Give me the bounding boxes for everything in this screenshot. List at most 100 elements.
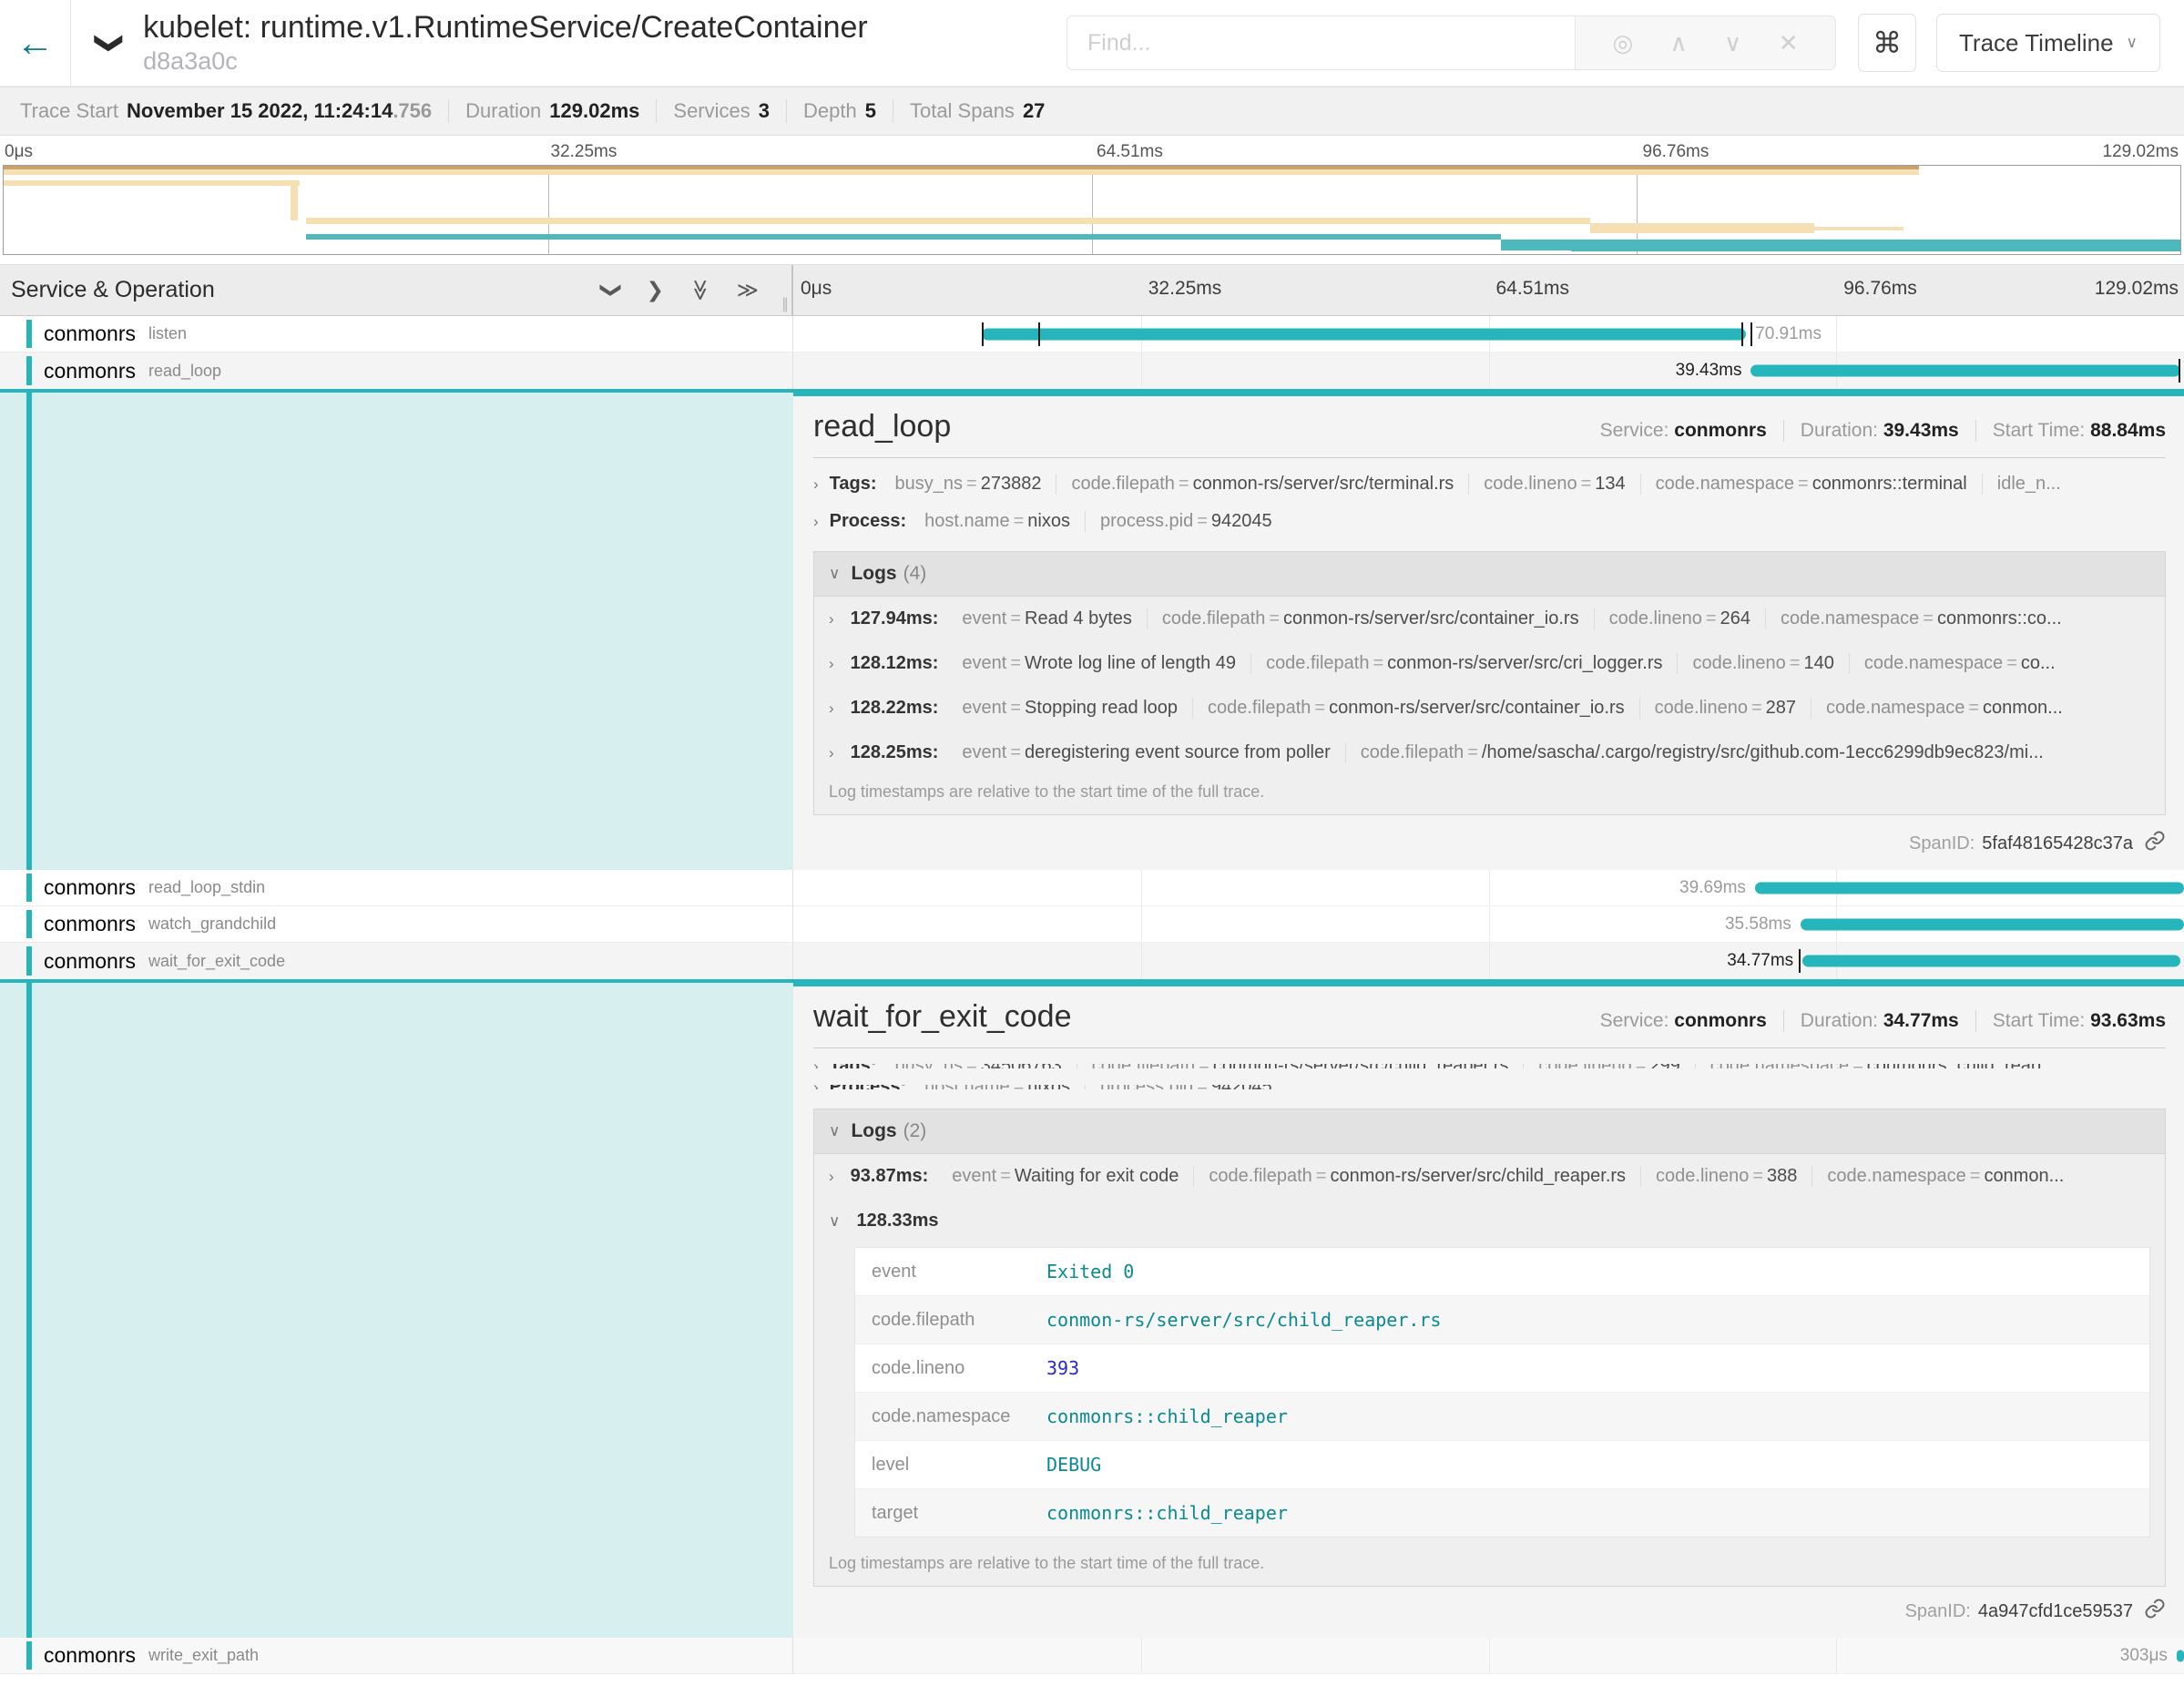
log-field-value: Wrote log line of length 49 (1025, 653, 1236, 673)
tags-row[interactable]: ›Tags:busy_ns=34506763code.filepath=conm… (813, 1064, 2166, 1068)
log-field: code.lineno=264 (1594, 608, 1765, 629)
logs-header[interactable]: ∨Logs (2) (814, 1109, 2165, 1154)
span-row-timeline-cell[interactable]: 35.58ms (793, 906, 2184, 943)
log-entry[interactable]: ›128.22ms:event=Stopping read loopcode.f… (814, 686, 2165, 731)
back-button[interactable]: ← (0, 0, 71, 87)
span-bar[interactable] (1755, 882, 2184, 894)
span-start-time: Start Time: 88.84ms (1975, 420, 2166, 442)
span-bar[interactable] (1801, 918, 2184, 930)
log-field-equals: = (1006, 608, 1025, 628)
span-row-name-cell[interactable]: conmonrsread_loop (0, 353, 793, 389)
chevron-down-icon: ∨ (829, 1122, 840, 1140)
span-row-name-cell[interactable]: conmonrslisten (0, 316, 793, 353)
divider (813, 457, 2166, 458)
span-row[interactable]: conmonrswait_for_exit_code34.77ms (0, 943, 2184, 983)
span-row-timeline-cell[interactable]: 70.91ms (793, 316, 2184, 353)
span-detail-panel: read_loopService: conmonrsDuration: 39.4… (0, 393, 2184, 870)
span-indicator (26, 320, 32, 348)
chevron-right-icon: › (829, 700, 834, 718)
log-field-key: code.filepath (1361, 742, 1464, 762)
log-field: code.lineno=140 (1677, 653, 1848, 674)
minimap-span-bar (306, 234, 1501, 240)
kv-key: process.pid (1100, 511, 1193, 531)
span-row-name-cell[interactable]: conmonrswatch_grandchild (0, 906, 793, 943)
span-indicator (26, 1641, 32, 1670)
span-detail-stats: Service: conmonrsDuration: 39.43msStart … (1600, 420, 2166, 442)
service-operation-header: Service & Operation ❯ ❯ ≫ ≫ ∥ (0, 265, 793, 315)
span-row-timeline-cell[interactable]: 39.43ms (793, 353, 2184, 389)
timeline-gridline (1489, 1638, 1490, 1673)
timeline-gridline (1836, 1638, 1837, 1673)
trace-view-selector[interactable]: Trace Timeline ∨ (1936, 14, 2160, 72)
kv-value: conmonrs::child_reap... (1867, 1064, 2056, 1068)
service-name: conmonrs (44, 1643, 136, 1668)
span-start-time: Start Time: 93.63ms (1975, 1010, 2166, 1032)
log-entry[interactable]: ›128.25ms:event=deregistering event sour… (814, 731, 2165, 775)
find-clear-icon[interactable]: ✕ (1779, 29, 1799, 57)
service-name: conmonrs (44, 875, 136, 900)
span-detail-header: wait_for_exit_codeService: conmonrsDurat… (813, 999, 2166, 1035)
log-field-key: code.filepath (855, 1297, 1046, 1344)
span-bar[interactable] (2177, 1650, 2184, 1661)
process-row[interactable]: ›Process:host.name=nixosprocess.pid=9420… (813, 1085, 2166, 1089)
span-row[interactable]: conmonrsread_loop_stdin39.69ms (0, 870, 2184, 906)
link-icon[interactable] (2133, 830, 2166, 857)
log-entry[interactable]: ›93.87ms:event=Waiting for exit codecode… (814, 1154, 2165, 1199)
span-row-timeline-cell[interactable]: 303μs (793, 1638, 2184, 1674)
log-entry[interactable]: ›127.94ms:event=Read 4 bytescode.filepat… (814, 597, 2165, 641)
operation-name: read_loop (148, 362, 221, 381)
span-row[interactable]: conmonrsread_loop39.43ms (0, 353, 2184, 393)
find-prev-icon[interactable]: ∧ (1670, 29, 1688, 57)
span-tick-marker (1750, 322, 1752, 346)
expand-all-icon[interactable]: ≫ (688, 279, 712, 301)
column-resize-handle[interactable]: ∥ (781, 295, 789, 313)
collapse-trace-chevron-icon[interactable]: ❯ (94, 31, 126, 54)
span-duration-value: 34.77ms (1883, 1010, 1959, 1031)
tags-row[interactable]: ›Tags:busy_ns=273882code.filepath=conmon… (813, 474, 2166, 495)
span-row-name-cell[interactable]: conmonrswrite_exit_path (0, 1638, 793, 1674)
service-operation-title: Service & Operation (11, 277, 215, 303)
expand-one-icon[interactable]: ❯ (599, 281, 624, 299)
span-row-timeline-cell[interactable]: 39.69ms (793, 870, 2184, 906)
process-row-label: Process: (830, 1085, 907, 1089)
span-bar[interactable] (1750, 365, 2180, 377)
logs-header[interactable]: ∨Logs (4) (814, 552, 2165, 597)
link-icon[interactable] (2133, 1598, 2166, 1625)
collapse-one-icon[interactable]: ❯ (647, 278, 664, 302)
find-input[interactable] (1067, 16, 1575, 69)
log-entry[interactable]: ›128.12ms:event=Wrote log line of length… (814, 641, 2165, 686)
span-row[interactable]: conmonrswatch_grandchild35.58ms (0, 906, 2184, 943)
span-bar[interactable] (982, 328, 1746, 340)
span-row-name-cell[interactable]: conmonrsread_loop_stdin (0, 870, 793, 906)
log-field-row: eventExited 0 (855, 1248, 2149, 1295)
span-row[interactable]: conmonrswrite_exit_path303μs (0, 1638, 2184, 1674)
log-entry-expanded-header[interactable]: ∨128.33ms (814, 1199, 2165, 1243)
chevron-right-icon: › (829, 744, 834, 762)
kv-item: code.filepath=conmon-rs/server/src/child… (1077, 1064, 1524, 1068)
process-row[interactable]: ›Process:host.name=nixosprocess.pid=9420… (813, 511, 2166, 532)
kv-value: 34506763 (981, 1064, 1062, 1068)
span-row[interactable]: conmonrslisten70.91ms (0, 316, 2184, 353)
span-row-name-cell[interactable]: conmonrswait_for_exit_code (0, 943, 793, 979)
log-field-key: event (962, 608, 1006, 628)
log-field-equals: = (996, 1166, 1015, 1186)
span-id-row: SpanID:4a947cfd1ce59537 (813, 1587, 2166, 1625)
span-service: Service: conmonrs (1600, 420, 1767, 442)
trace-title: kubelet: runtime.v1.RuntimeService/Creat… (143, 10, 868, 46)
log-field-key: code.filepath (1208, 698, 1311, 718)
kv-item: host.name=nixos (910, 1085, 1085, 1089)
keyboard-shortcuts-button[interactable]: ⌘ (1858, 14, 1916, 72)
log-field-key: code.filepath (1266, 653, 1369, 673)
timeline-gridline (1489, 870, 1490, 905)
collapse-all-icon[interactable]: ≫ (737, 278, 759, 302)
minimap-canvas[interactable] (3, 165, 2181, 255)
log-field-value: Exited 0 (1046, 1248, 1134, 1295)
span-row-timeline-cell[interactable]: 34.77ms (793, 943, 2184, 979)
kv-item: code.filepath=conmon-rs/server/src/termi… (1056, 474, 1468, 495)
summary-label: Total Spans (910, 99, 1015, 123)
kv-key: code.filepath (1071, 474, 1174, 494)
span-bar[interactable] (1802, 955, 2180, 967)
logs-section: ∨Logs (2)›93.87ms:event=Waiting for exit… (813, 1109, 2166, 1587)
find-next-icon[interactable]: ∨ (1724, 29, 1741, 57)
match-case-icon[interactable]: ◎ (1612, 29, 1633, 57)
